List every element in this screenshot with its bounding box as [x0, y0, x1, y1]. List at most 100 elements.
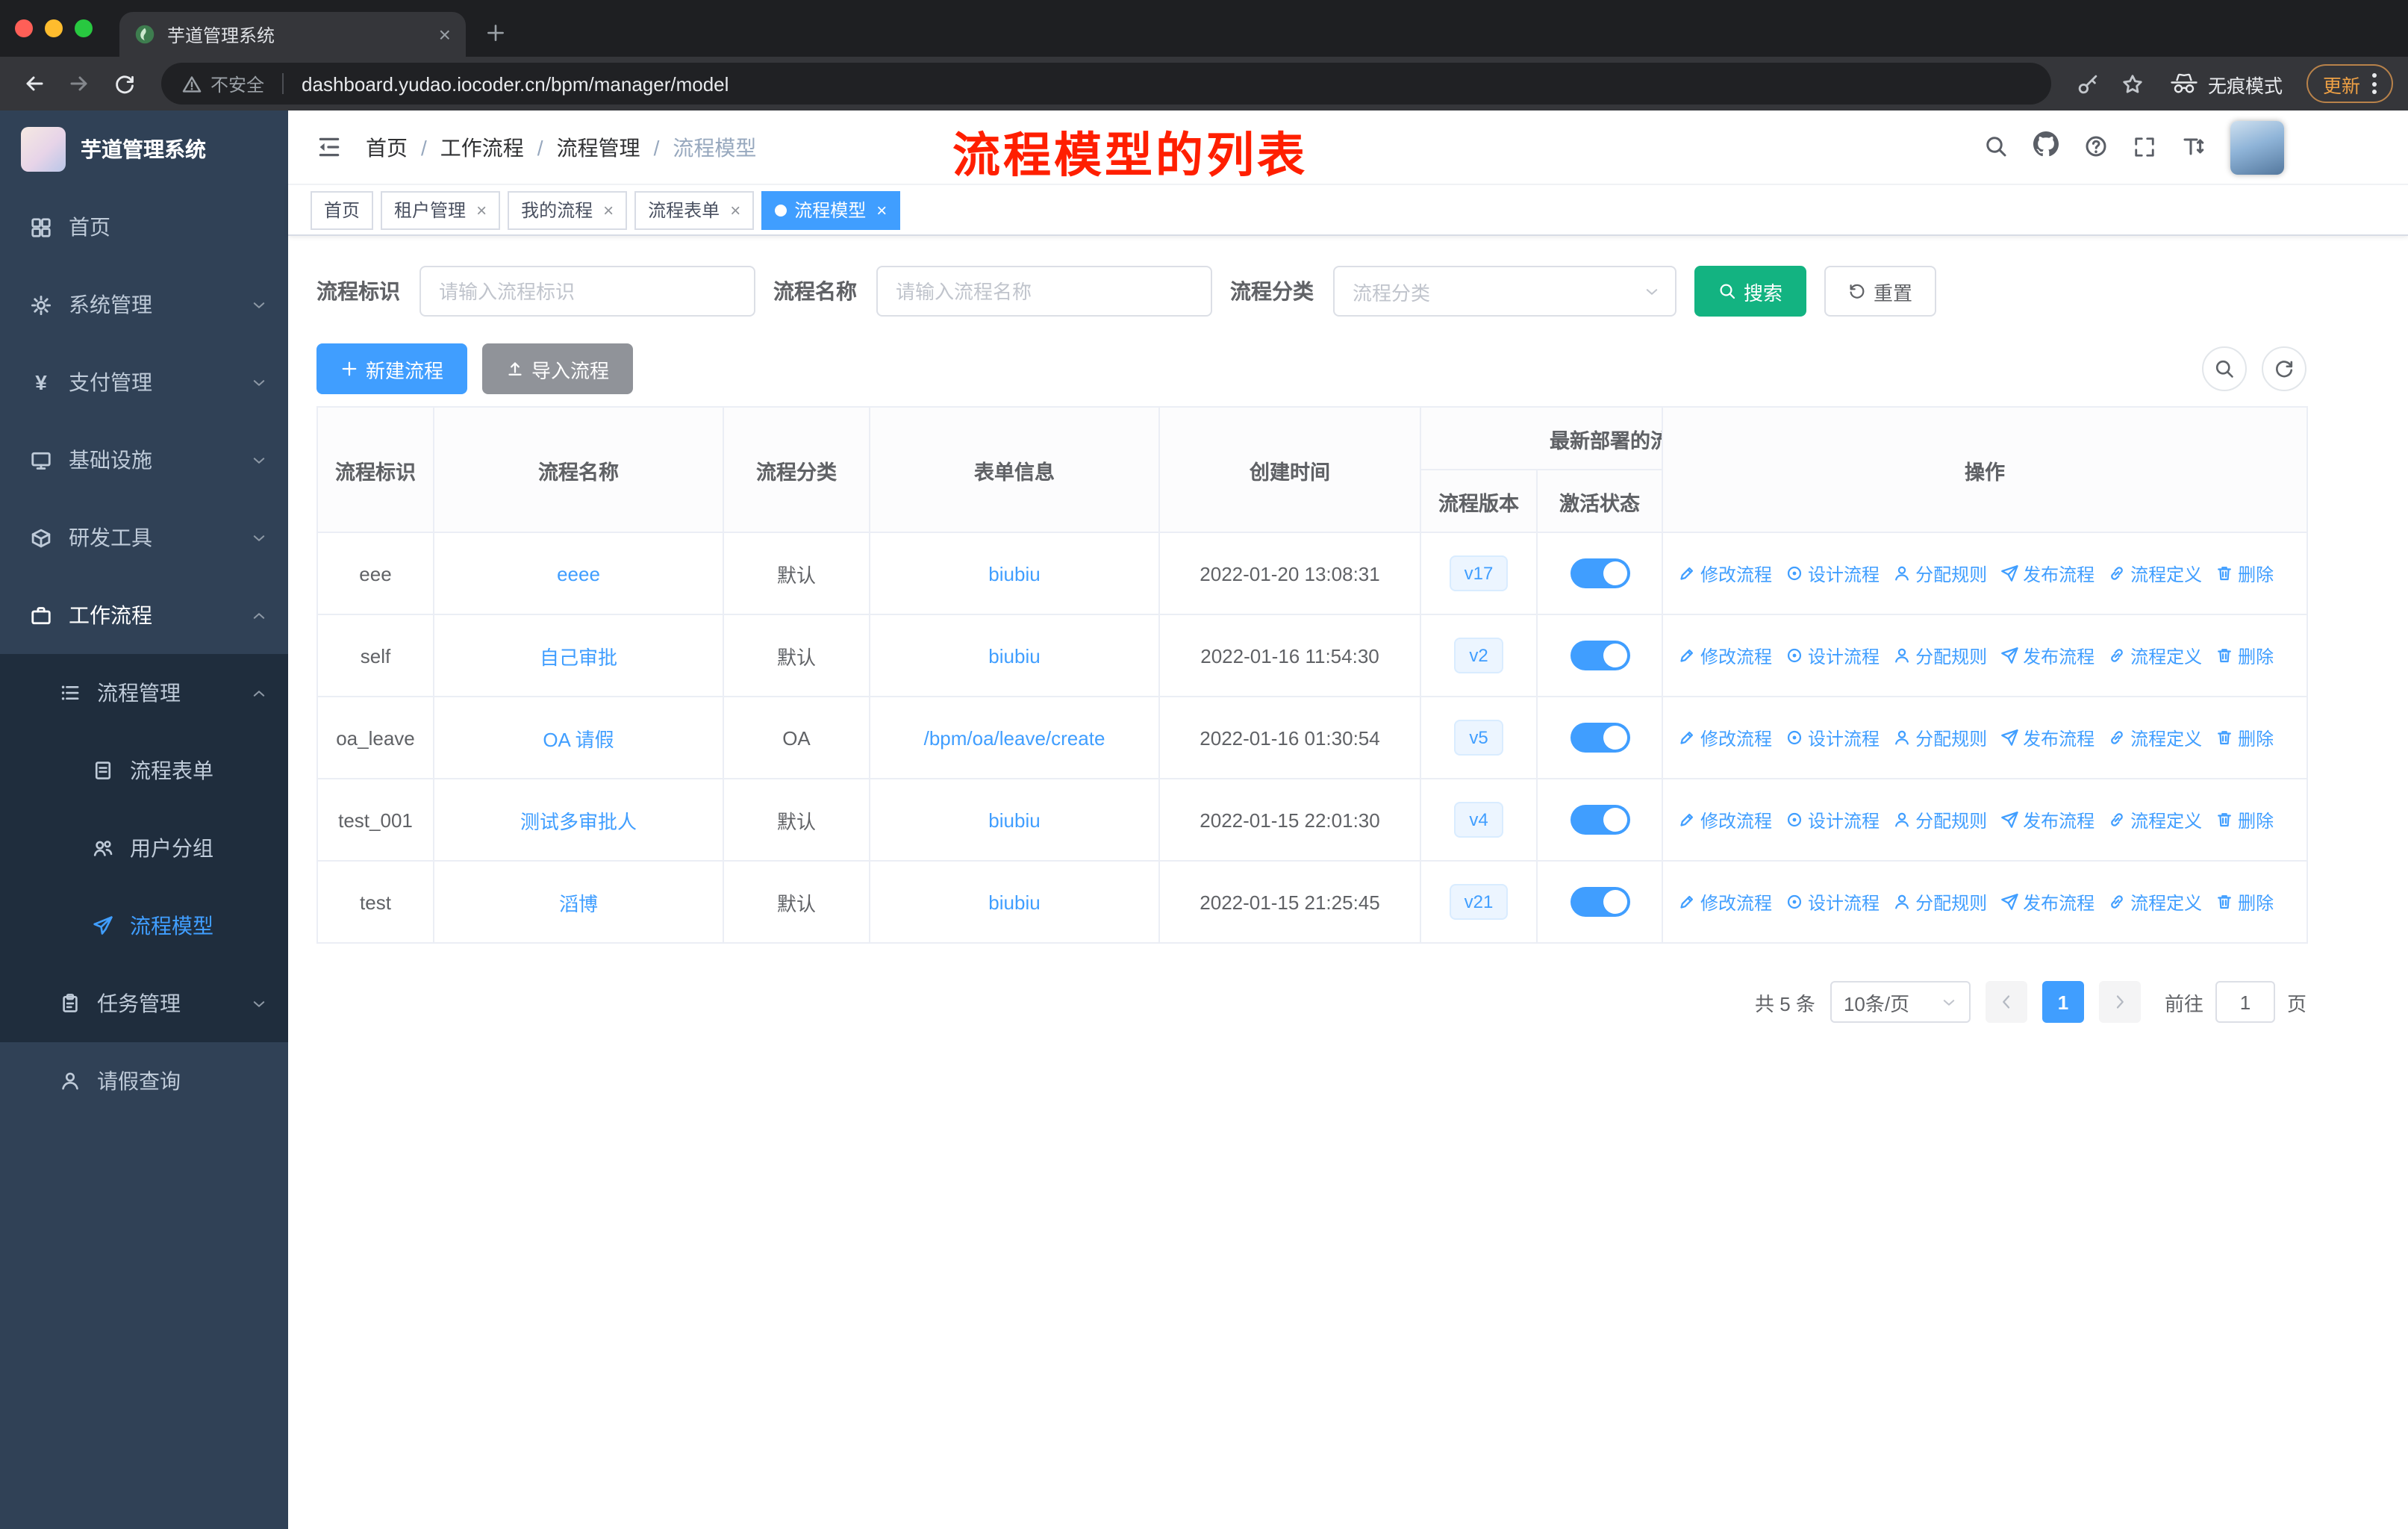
page-number-1[interactable]: 1 — [2042, 981, 2084, 1023]
process-definition-link[interactable]: 流程定义 — [2108, 561, 2202, 586]
active-swit ch[interactable] — [1570, 641, 1629, 670]
process-definition-link[interactable]: 流程定义 — [2108, 725, 2202, 750]
font-size-button[interactable] — [2181, 134, 2205, 161]
tag-close-icon[interactable]: × — [730, 201, 740, 219]
header-search-button[interactable] — [1984, 134, 2008, 161]
show-search-button[interactable] — [2202, 346, 2247, 391]
tag-my-process[interactable]: 我的流程 × — [508, 190, 628, 229]
tag-process-model[interactable]: 流程模型 × — [761, 190, 901, 229]
design-process-link[interactable]: 设计流程 — [1785, 807, 1880, 832]
tag-close-icon[interactable]: × — [876, 201, 887, 219]
model-name-link[interactable]: 滔博 — [559, 892, 598, 915]
assign-rule-link[interactable]: 分配规则 — [1893, 561, 1987, 586]
prev-page-button[interactable] — [1985, 981, 2027, 1023]
goto-page-input[interactable] — [2215, 981, 2275, 1023]
edit-process-link[interactable]: 修改流程 — [1678, 561, 1772, 586]
browser-update-button[interactable]: 更新 — [2306, 64, 2393, 103]
design-process-link[interactable]: 设计流程 — [1785, 561, 1880, 586]
breadcrumb-workflow[interactable]: 工作流程 — [408, 132, 524, 162]
sidebar-item-process-mgmt[interactable]: 流程管理 — [0, 654, 288, 732]
import-process-button[interactable]: 导入流程 — [482, 343, 634, 394]
delete-link[interactable]: 删除 — [2215, 561, 2274, 586]
page-size-select[interactable]: 10条/页 — [1830, 981, 1971, 1023]
sidebar-item-process-form[interactable]: 流程表单 — [0, 732, 288, 809]
form-link[interactable]: biubiu — [988, 644, 1040, 667]
delete-link[interactable]: 删除 — [2215, 725, 2274, 750]
tab-close-icon[interactable]: × — [439, 24, 451, 45]
fullscreen-button[interactable] — [2133, 134, 2156, 161]
form-link[interactable]: biubiu — [988, 809, 1040, 831]
active-switch[interactable] — [1570, 558, 1629, 588]
edit-process-link[interactable]: 修改流程 — [1678, 807, 1772, 832]
assign-rule-link[interactable]: 分配规则 — [1893, 725, 1987, 750]
publish-process-link[interactable]: 发布流程 — [2000, 725, 2094, 750]
form-link[interactable]: biubiu — [988, 562, 1040, 585]
assign-rule-link[interactable]: 分配规则 — [1893, 643, 1987, 668]
model-name-link[interactable]: 自己审批 — [540, 646, 617, 668]
publish-process-link[interactable]: 发布流程 — [2000, 807, 2094, 832]
process-id-input[interactable] — [419, 266, 755, 317]
model-name-link[interactable]: eeee — [557, 562, 600, 585]
sidebar-item-infra[interactable]: 基础设施 — [0, 421, 288, 499]
reload-button[interactable] — [105, 64, 143, 103]
model-name-link[interactable]: 测试多审批人 — [520, 810, 637, 832]
tag-home[interactable]: 首页 — [311, 190, 374, 229]
tag-tenant[interactable]: 租户管理 × — [381, 190, 501, 229]
edit-process-link[interactable]: 修改流程 — [1678, 889, 1772, 915]
refresh-table-button[interactable] — [2262, 346, 2306, 391]
breadcrumb-home[interactable]: 首页 — [366, 132, 408, 162]
edit-process-link[interactable]: 修改流程 — [1678, 643, 1772, 668]
user-avatar[interactable] — [2230, 120, 2284, 174]
active-switch[interactable] — [1570, 887, 1629, 917]
design-process-link[interactable]: 设计流程 — [1785, 643, 1880, 668]
process-definition-link[interactable]: 流程定义 — [2108, 807, 2202, 832]
sidebar-item-task-mgmt[interactable]: 任务管理 — [0, 965, 288, 1042]
sidebar-fold-button[interactable] — [309, 128, 348, 166]
process-definition-link[interactable]: 流程定义 — [2108, 643, 2202, 668]
sidebar-item-home[interactable]: 首页 — [0, 188, 288, 266]
new-tab-button[interactable] — [475, 12, 517, 54]
delete-link[interactable]: 删除 — [2215, 889, 2274, 915]
bookmark-star-button[interactable] — [2114, 64, 2153, 103]
password-key-button[interactable] — [2069, 64, 2108, 103]
forward-button[interactable] — [60, 64, 99, 103]
help-button[interactable] — [2084, 134, 2108, 161]
tag-process-form[interactable]: 流程表单 × — [634, 190, 755, 229]
publish-process-link[interactable]: 发布流程 — [2000, 561, 2094, 586]
publish-process-link[interactable]: 发布流程 — [2000, 643, 2094, 668]
sidebar-item-leave-query[interactable]: 请假查询 — [0, 1042, 288, 1120]
active-switch[interactable] — [1570, 723, 1629, 753]
tag-close-icon[interactable]: × — [603, 201, 614, 219]
model-name-link[interactable]: OA 请假 — [543, 728, 614, 750]
sidebar-item-payment[interactable]: ¥ 支付管理 — [0, 343, 288, 421]
process-name-input[interactable] — [876, 266, 1212, 317]
design-process-link[interactable]: 设计流程 — [1785, 725, 1880, 750]
breadcrumb-process-mgmt[interactable]: 流程管理 — [524, 132, 640, 162]
sidebar-item-system[interactable]: 系统管理 — [0, 266, 288, 343]
delete-link[interactable]: 删除 — [2215, 807, 2274, 832]
close-window-button[interactable] — [15, 19, 33, 37]
assign-rule-link[interactable]: 分配规则 — [1893, 889, 1987, 915]
publish-process-link[interactable]: 发布流程 — [2000, 889, 2094, 915]
reset-button[interactable]: 重置 — [1824, 266, 1937, 317]
browser-menu-icon[interactable] — [2372, 73, 2377, 94]
create-process-button[interactable]: 新建流程 — [316, 343, 468, 394]
tag-close-icon[interactable]: × — [476, 201, 487, 219]
edit-process-link[interactable]: 修改流程 — [1678, 725, 1772, 750]
back-button[interactable] — [15, 64, 54, 103]
category-select[interactable]: 流程分类 — [1333, 266, 1676, 317]
delete-link[interactable]: 删除 — [2215, 643, 2274, 668]
browser-tab[interactable]: 芋道管理系统 × — [119, 12, 466, 57]
github-link[interactable] — [2033, 131, 2059, 164]
sidebar-item-user-group[interactable]: 用户分组 — [0, 809, 288, 887]
active-switch[interactable] — [1570, 805, 1629, 835]
maximize-window-button[interactable] — [75, 19, 93, 37]
design-process-link[interactable]: 设计流程 — [1785, 889, 1880, 915]
sidebar-item-workflow[interactable]: 工作流程 — [0, 576, 288, 654]
sidebar-item-process-model[interactable]: 流程模型 — [0, 887, 288, 965]
search-button[interactable]: 搜索 — [1694, 266, 1807, 317]
minimize-window-button[interactable] — [45, 19, 63, 37]
assign-rule-link[interactable]: 分配规则 — [1893, 807, 1987, 832]
sidebar-item-devtools[interactable]: 研发工具 — [0, 499, 288, 576]
form-link[interactable]: biubiu — [988, 891, 1040, 913]
